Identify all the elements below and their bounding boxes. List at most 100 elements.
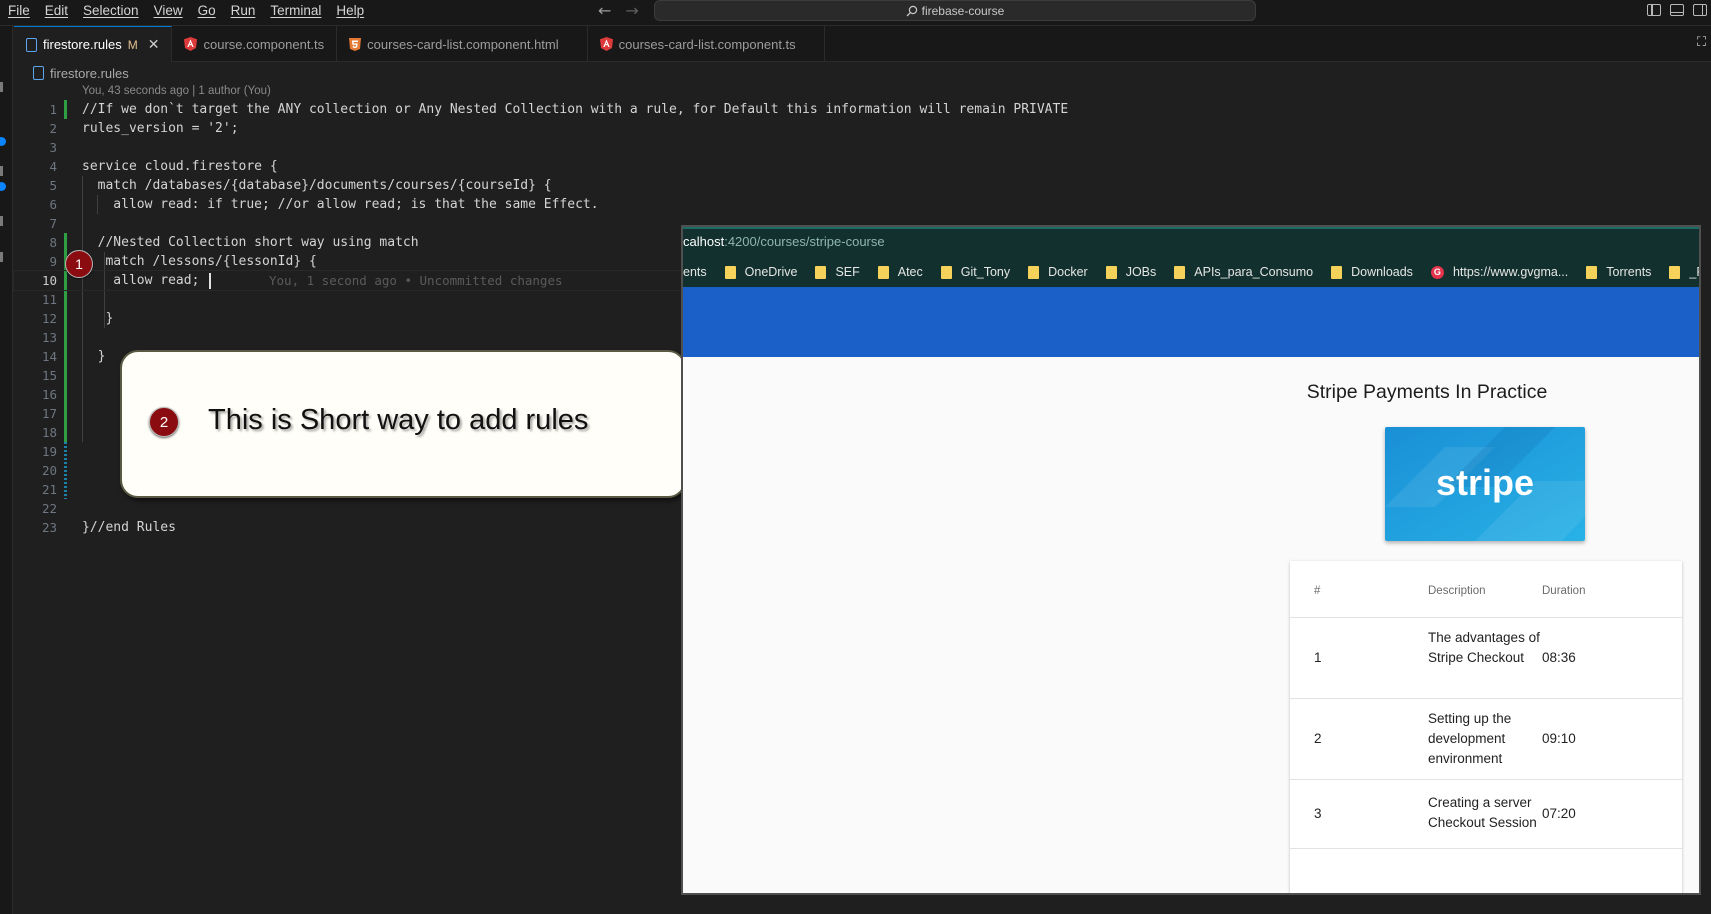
git-blame-header[interactable]: You, 43 seconds ago | 1 author (You) [82, 85, 271, 97]
bookmark-label: Docker [1048, 265, 1088, 279]
column-header-duration: Duration [1542, 585, 1586, 597]
line-number: 18 [41, 425, 57, 440]
line-number: 4 [49, 159, 57, 174]
notification-dot-icon[interactable] [0, 182, 6, 191]
line-number: 10 [41, 273, 57, 288]
bookmark-item[interactable]: ents [683, 265, 707, 279]
back-arrow-icon[interactable]: ← [598, 1, 611, 20]
google-icon: G [1430, 265, 1444, 279]
modified-indicator: M [127, 37, 138, 52]
forward-arrow-icon[interactable]: → [625, 1, 638, 20]
tab-label: courses-card-list.component.ts [618, 36, 796, 52]
column-header-description: Description [1428, 585, 1486, 597]
bookmark-label: Torrents [1606, 265, 1652, 279]
bookmark-item[interactable]: Atec [877, 265, 923, 279]
line-number: 3 [49, 140, 57, 155]
code-text: rules_version = '2'; [82, 121, 239, 136]
bookmark-item[interactable]: _Fron [1669, 265, 1699, 279]
activity-bar [0, 26, 13, 914]
menu-terminal[interactable]: Terminal [270, 3, 321, 18]
command-center-label: firebase-course [921, 3, 1005, 18]
breadcrumb-file[interactable]: firestore.rules [50, 66, 129, 81]
folder-icon [940, 265, 952, 279]
bookmark-item[interactable]: OneDrive [724, 265, 798, 279]
code-line: 5 match /databases/{database}/documents/… [14, 176, 1711, 195]
folder-icon [877, 265, 889, 279]
logo-text: stripe [1436, 462, 1534, 503]
address-url[interactable]: calhost:4200/courses/stripe-course [683, 234, 885, 249]
close-icon[interactable]: ✕ [148, 36, 160, 53]
line-number: 22 [41, 501, 57, 516]
code-text: } [82, 349, 106, 364]
html-icon [349, 37, 362, 51]
address-bar[interactable]: calhost:4200/courses/stripe-course [683, 227, 1699, 257]
bookmark-item[interactable]: Git_Tony [940, 265, 1011, 279]
menu-edit[interactable]: Edit [45, 3, 68, 18]
code-text: allow read; [82, 271, 212, 290]
bookmark-item[interactable]: JOBs [1105, 265, 1156, 279]
breadcrumb: firestore.rules [33, 64, 129, 82]
activity-marker [0, 166, 3, 176]
menu-selection[interactable]: Selection [83, 3, 139, 18]
tab-firestore-rules[interactable]: firestore.rules M ✕ [14, 26, 173, 62]
bookmark-label: ents [683, 265, 707, 279]
toggle-panel-icon[interactable] [1670, 4, 1684, 16]
tab-courses-card-list-html[interactable]: courses-card-list.component.html [337, 26, 588, 62]
line-number: 9 [49, 254, 57, 269]
bookmark-item[interactable]: Torrents [1586, 265, 1651, 279]
folder-icon [1669, 265, 1681, 279]
bookmark-item[interactable]: Downloads [1331, 265, 1413, 279]
menu-run[interactable]: Run [231, 3, 256, 18]
bookmark-label: OneDrive [744, 265, 798, 279]
lesson-duration: 08:36 [1542, 650, 1576, 665]
bookmark-item[interactable]: APIs_para_Consumo [1174, 265, 1313, 279]
bookmark-item[interactable]: SEF [815, 265, 860, 279]
course-logo-image: stripe [1385, 427, 1585, 541]
code-text: service cloud.firestore { [82, 159, 278, 174]
line-number: 21 [41, 482, 57, 497]
code-text-content: allow read; [82, 273, 208, 288]
inline-blame-text: You, 1 second ago • Uncommitted changes [269, 273, 563, 288]
url-host: calhost [683, 234, 725, 249]
line-number: 7 [49, 216, 57, 231]
menu-file[interactable]: File [8, 3, 30, 18]
bookmark-item[interactable]: Ghttps://www.gvgma... [1430, 265, 1569, 279]
activity-marker [0, 252, 3, 262]
code-line: 2 rules_version = '2'; [14, 119, 1711, 138]
table-row[interactable]: 1 The advantages of Stripe Checkout 08:3… [1290, 617, 1682, 698]
bookmark-label: Git_Tony [960, 265, 1011, 279]
bookmark-label: https://www.gvgma... [1452, 265, 1569, 279]
bookmarks-bar: ents OneDrive SEF Atec Git_Tony Docker J… [683, 257, 1699, 287]
title-bar: File Edit Selection View Go Run Terminal… [0, 0, 1711, 26]
lesson-duration: 07:20 [1542, 806, 1576, 821]
lesson-duration: 09:10 [1542, 731, 1576, 746]
command-center-search[interactable]: firebase-course [654, 0, 1256, 21]
menu-view[interactable]: View [154, 3, 183, 18]
notification-dot-icon[interactable] [0, 137, 6, 146]
folder-icon [1028, 265, 1040, 279]
line-number: 15 [41, 368, 57, 383]
lesson-number: 3 [1314, 806, 1322, 821]
annotation-badge-2: 2 [149, 407, 179, 437]
line-number: 13 [41, 330, 57, 345]
menu-go[interactable]: Go [198, 3, 216, 18]
table-row[interactable]: 3 Creating a server Checkout Session 07:… [1290, 779, 1682, 849]
menu-help[interactable]: Help [336, 3, 364, 18]
bookmark-item[interactable]: Docker [1028, 265, 1088, 279]
line-number: 5 [49, 178, 57, 193]
lesson-description: The advantages of Stripe Checkout [1428, 630, 1540, 665]
toggle-secondary-sidebar-icon[interactable] [1693, 4, 1707, 16]
editor-actions-icon[interactable]: ⛶ [1697, 35, 1711, 50]
code-line: 1 //If we don`t target the ANY collection… [14, 100, 1711, 119]
tab-course-component-ts[interactable]: course.component.ts [172, 26, 338, 62]
angular-icon [599, 37, 613, 51]
folder-icon [815, 265, 827, 279]
table-row[interactable]: 2 Setting up the development environment… [1290, 698, 1682, 779]
tab-label: firestore.rules [43, 37, 122, 52]
bookmark-label: SEF [835, 265, 860, 279]
code-text: match /lessons/{lessonId} { [82, 254, 317, 269]
line-number: 8 [49, 235, 57, 250]
bookmark-label: _Fron [1689, 265, 1699, 279]
toggle-primary-sidebar-icon[interactable] [1647, 4, 1661, 16]
tab-courses-card-list-ts[interactable]: courses-card-list.component.ts [588, 26, 825, 62]
